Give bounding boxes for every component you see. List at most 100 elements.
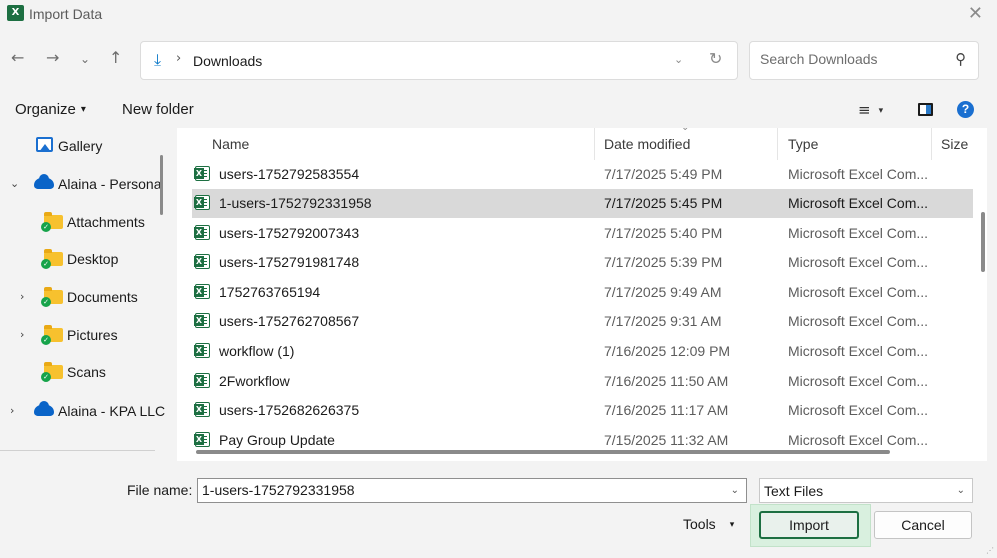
file-type: Microsoft Excel Com...	[788, 166, 929, 182]
file-name: users-1752682626375	[219, 402, 360, 418]
help-icon[interactable]: ?	[957, 101, 974, 118]
file-name: 2Fworkflow	[219, 373, 290, 389]
column-divider[interactable]	[777, 128, 778, 160]
folder-icon	[41, 249, 63, 269]
column-header-type[interactable]: Type	[788, 136, 818, 152]
folder-icon	[41, 325, 63, 345]
download-icon: ⤓	[154, 50, 162, 69]
file-row[interactable]: 2Fworkflow 7/16/2025 11:50 AM Microsoft …	[192, 367, 973, 396]
chevron-down-icon[interactable]: ⌄	[10, 177, 19, 190]
file-date-modified: 7/16/2025 12:09 PM	[604, 343, 731, 359]
file-name-input[interactable]	[202, 482, 712, 498]
file-name: users-1752762708567	[219, 313, 360, 329]
column-divider[interactable]	[594, 128, 595, 160]
column-header-name[interactable]: Name	[212, 136, 249, 152]
file-date-modified: 7/17/2025 5:40 PM	[604, 225, 723, 241]
file-name-combobox[interactable]: ⌄	[197, 478, 747, 503]
excel-file-icon	[194, 432, 210, 447]
file-date-modified: 7/17/2025 9:49 AM	[604, 284, 722, 300]
up-arrow-icon[interactable]: ↑	[109, 48, 122, 68]
back-arrow-icon[interactable]: ←	[11, 48, 24, 68]
file-name: workflow (1)	[219, 343, 295, 359]
chevron-right-icon[interactable]: ›	[20, 290, 24, 303]
file-date-modified: 7/17/2025 5:49 PM	[604, 166, 723, 182]
file-type-select[interactable]: Text Files ⌄	[759, 478, 973, 503]
chevron-down-icon[interactable]: ⌄	[957, 485, 965, 496]
forward-arrow-icon[interactable]: →	[46, 48, 59, 68]
file-row-selected[interactable]: 1-users-1752792331958 7/17/2025 5:45 PM …	[192, 189, 973, 218]
chevron-right-icon[interactable]: ›	[10, 404, 14, 417]
file-date-modified: 7/17/2025 9:31 AM	[604, 313, 722, 329]
horizontal-scrollbar[interactable]	[196, 450, 890, 454]
file-name: users-1752791981748	[219, 254, 360, 270]
view-options-button[interactable]: ≡ ▾	[858, 101, 883, 119]
chevron-right-icon[interactable]: ›	[20, 328, 24, 341]
column-divider[interactable]	[931, 128, 932, 160]
close-icon[interactable]: ✕	[968, 3, 983, 24]
excel-file-icon	[194, 402, 210, 417]
tools-label: Tools	[683, 516, 716, 532]
file-row[interactable]: users-1752792583554 7/17/2025 5:49 PM Mi…	[192, 160, 973, 189]
chevron-down-icon: ▾	[729, 520, 735, 530]
cancel-button[interactable]: Cancel	[874, 511, 972, 539]
excel-file-icon	[194, 313, 210, 328]
chevron-down-icon[interactable]: ⌄	[731, 485, 739, 496]
new-folder-button[interactable]: New folder	[122, 101, 194, 118]
address-bar[interactable]: ⤓ › Downloads ⌄ ↻	[140, 41, 738, 80]
excel-file-icon	[194, 195, 210, 210]
file-name: users-1752792007343	[219, 225, 360, 241]
file-row[interactable]: 1752763765194 7/17/2025 9:49 AM Microsof…	[192, 278, 973, 307]
file-type: Microsoft Excel Com...	[788, 343, 929, 359]
nav-item-label: Desktop	[67, 251, 119, 267]
column-header-row: Name ⌄ Date modified Type Size	[177, 128, 987, 160]
tools-button[interactable]: Tools ▾	[683, 516, 734, 532]
navigation-pane[interactable]: Gallery ⌄ Alaina - Persona Attachments D…	[0, 128, 170, 461]
file-name: users-1752792583554	[219, 166, 360, 182]
divider	[0, 450, 155, 451]
file-date-modified: 7/16/2025 11:50 AM	[604, 373, 729, 389]
nav-item-label: Documents	[67, 289, 138, 305]
search-input[interactable]	[760, 51, 940, 67]
breadcrumb-separator-icon: ›	[176, 51, 182, 66]
file-type: Microsoft Excel Com...	[788, 284, 929, 300]
file-name: 1-users-1752792331958	[219, 195, 372, 211]
folder-icon	[41, 362, 63, 382]
address-dropdown-icon[interactable]: ⌄	[674, 53, 683, 66]
recent-locations-chevron-icon[interactable]: ⌄	[80, 49, 90, 69]
breadcrumb-downloads[interactable]: Downloads	[193, 53, 262, 69]
search-box[interactable]: ⚲	[749, 41, 979, 80]
file-type-value: Text Files	[764, 483, 824, 499]
file-row[interactable]: users-1752762708567 7/17/2025 9:31 AM Mi…	[192, 307, 973, 336]
file-type: Microsoft Excel Com...	[788, 225, 929, 241]
refresh-icon[interactable]: ↻	[709, 49, 722, 68]
column-header-date-modified[interactable]: Date modified	[604, 136, 690, 152]
onedrive-icon	[34, 401, 54, 416]
excel-file-icon	[194, 166, 210, 181]
navigation-pane-scrollbar[interactable]	[160, 155, 163, 215]
file-date-modified: 7/16/2025 11:17 AM	[604, 402, 729, 418]
title-bar: X Import Data ✕	[0, 0, 997, 30]
file-date-modified: 7/15/2025 11:32 AM	[604, 432, 729, 448]
excel-file-icon	[194, 225, 210, 240]
nav-item-label: Alaina - Persona	[58, 176, 162, 192]
organize-button[interactable]: Organize ▾	[15, 101, 86, 118]
file-type: Microsoft Excel Com...	[788, 195, 929, 211]
import-button[interactable]: Import	[759, 511, 859, 539]
column-header-size[interactable]: Size	[941, 136, 968, 152]
onedrive-icon	[34, 174, 54, 189]
excel-file-icon	[194, 254, 210, 269]
file-type: Microsoft Excel Com...	[788, 373, 929, 389]
file-row[interactable]: users-1752682626375 7/16/2025 11:17 AM M…	[192, 396, 973, 425]
sort-indicator-icon: ⌄	[681, 128, 689, 133]
file-row[interactable]: users-1752792007343 7/17/2025 5:40 PM Mi…	[192, 219, 973, 248]
file-row[interactable]: users-1752791981748 7/17/2025 5:39 PM Mi…	[192, 248, 973, 277]
file-type: Microsoft Excel Com...	[788, 402, 929, 418]
file-date-modified: 7/17/2025 5:45 PM	[604, 195, 723, 211]
file-list[interactable]: Name ⌄ Date modified Type Size users-175…	[177, 128, 987, 461]
vertical-scrollbar[interactable]	[981, 212, 985, 272]
resize-grip-icon[interactable]: ⋰	[986, 546, 994, 555]
file-row[interactable]: workflow (1) 7/16/2025 12:09 PM Microsof…	[192, 337, 973, 366]
preview-pane-icon[interactable]	[918, 103, 933, 116]
search-icon[interactable]: ⚲	[955, 50, 966, 68]
file-type: Microsoft Excel Com...	[788, 254, 929, 270]
